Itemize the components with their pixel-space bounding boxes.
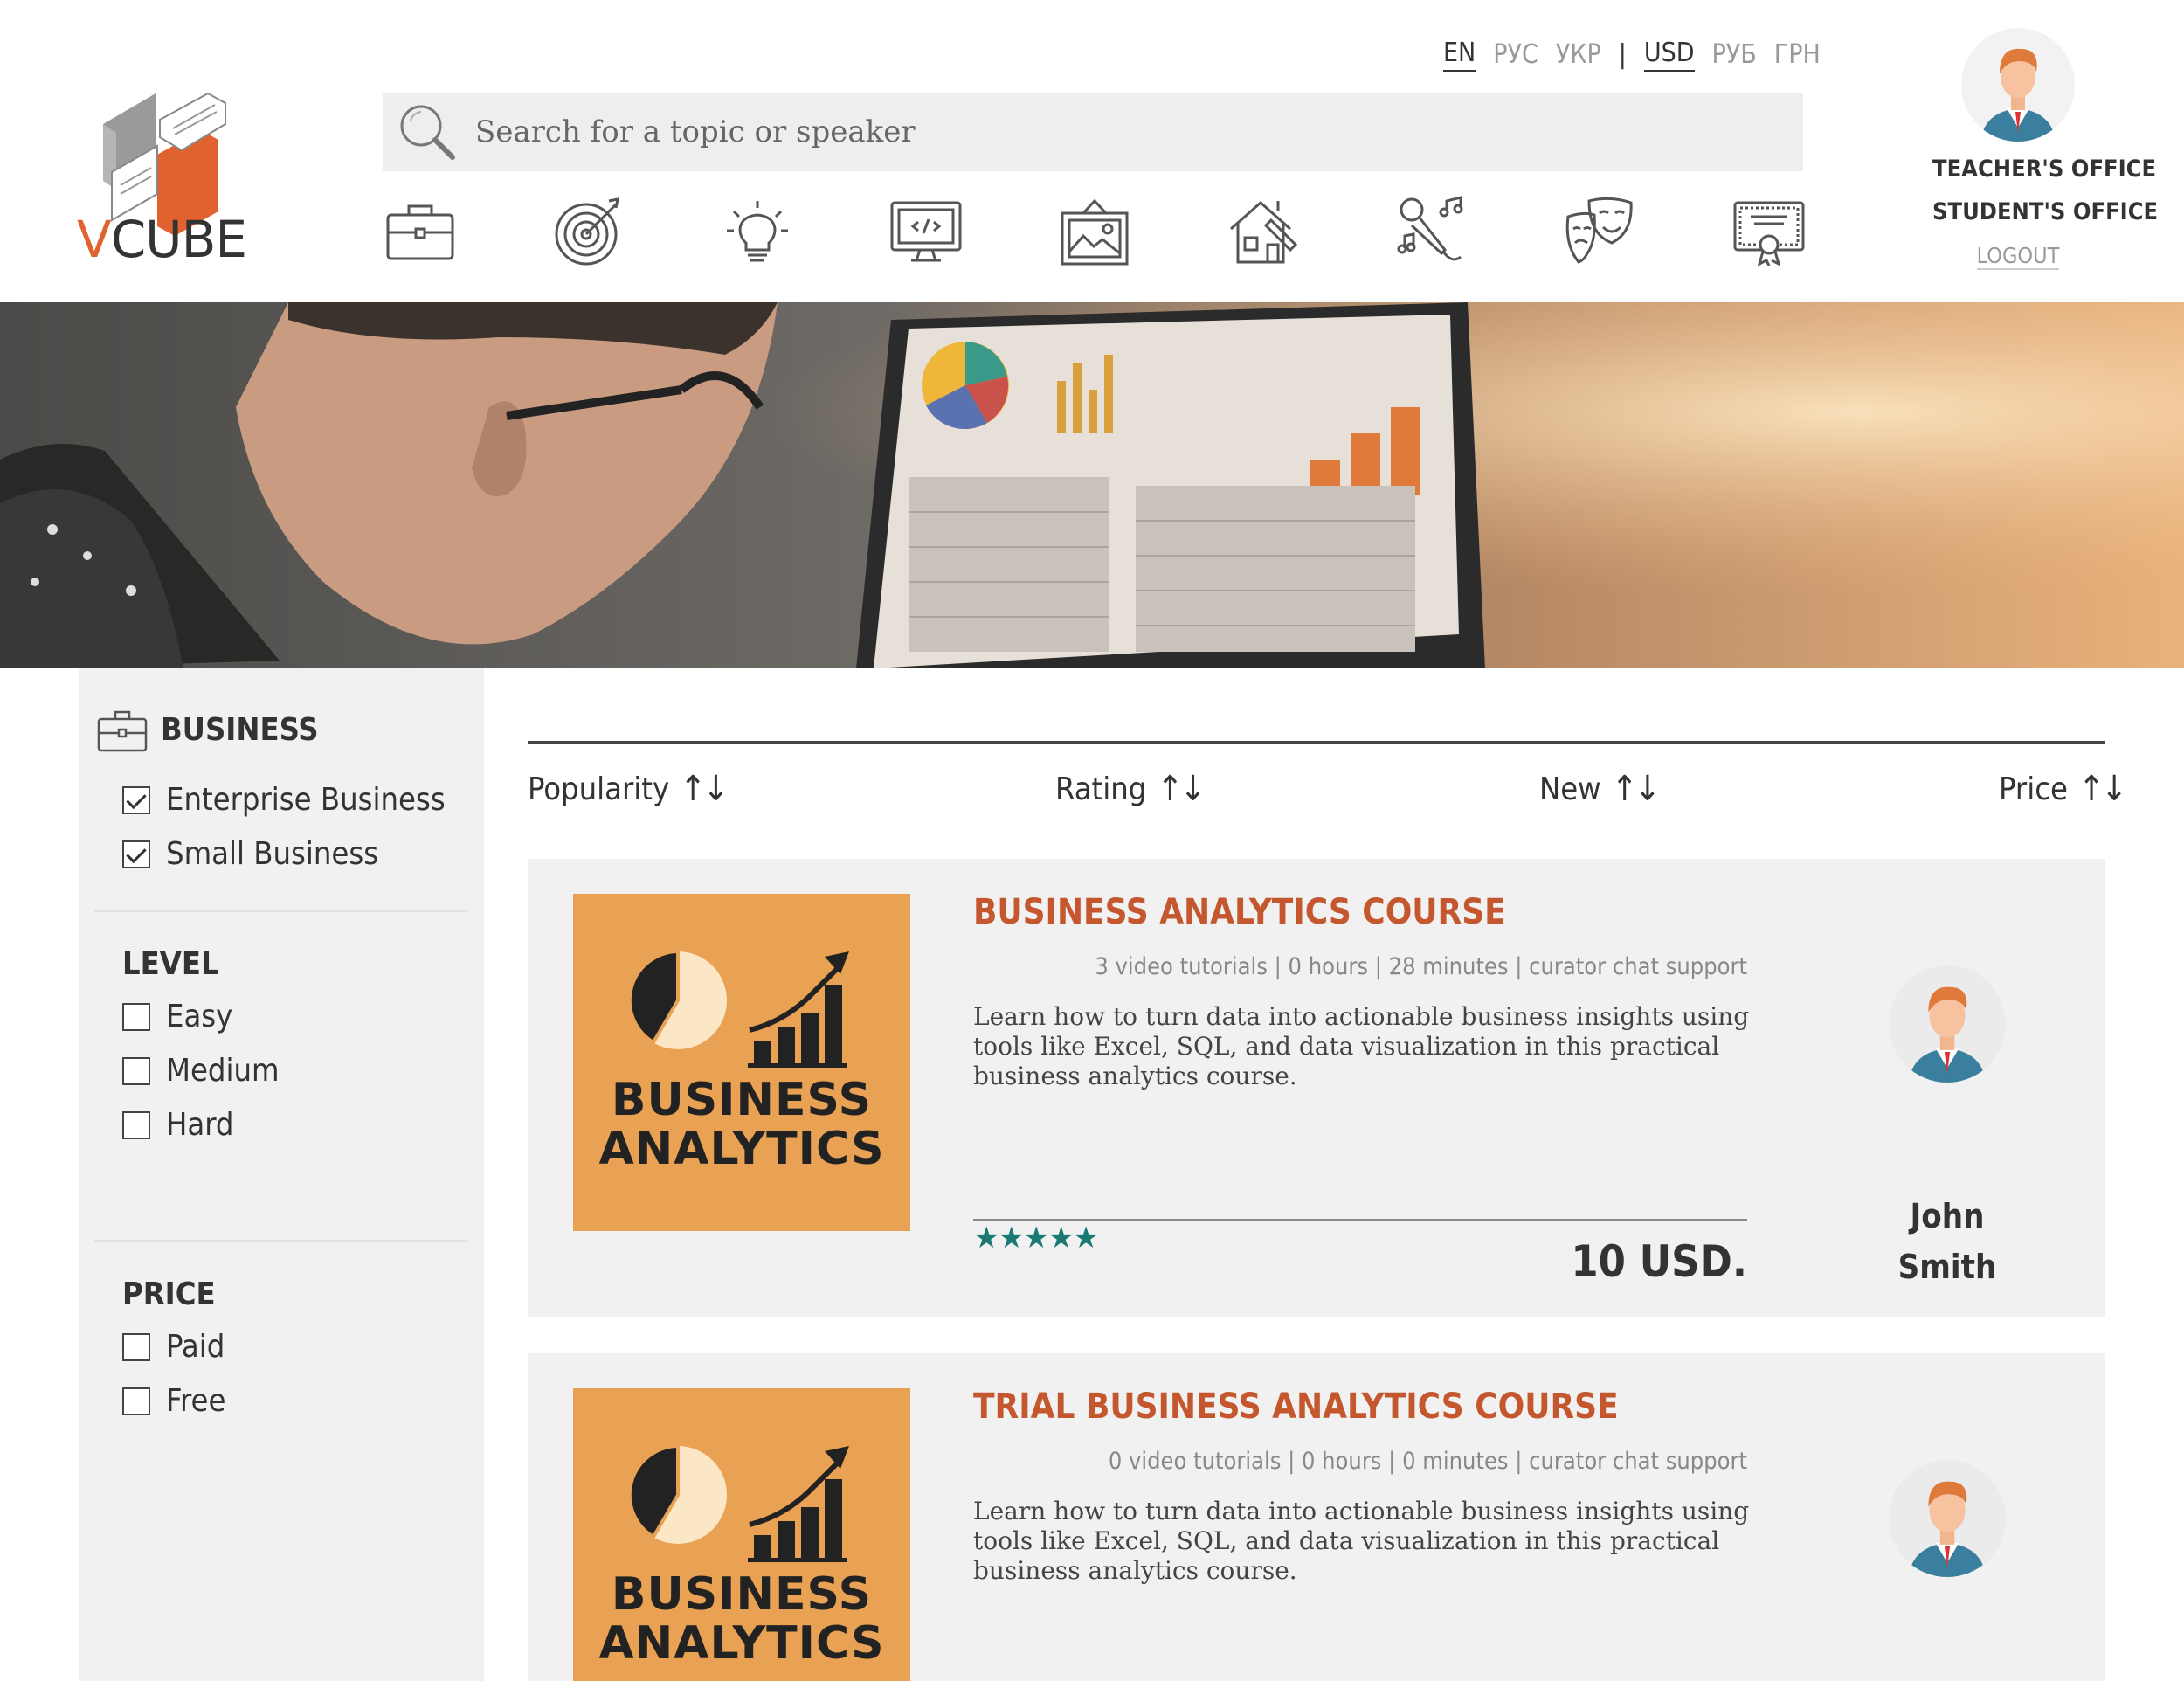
thumbnail-text-line1: BUSINESS <box>611 1568 873 1621</box>
filter-option-label: Enterprise Business <box>166 782 446 818</box>
logout-link[interactable]: LOGOUT <box>1976 243 2060 270</box>
briefcase-icon <box>97 710 148 752</box>
sort-label: Popularity <box>528 771 670 807</box>
filter-option-label: Free <box>166 1383 226 1419</box>
thumbnail-text-line1: BUSINESS <box>611 1074 873 1126</box>
checkbox[interactable] <box>122 1332 150 1361</box>
filter-enterprise-business[interactable]: Enterprise Business <box>122 782 446 818</box>
filter-option-label: Paid <box>166 1329 225 1365</box>
course-title[interactable]: TRIAL BUSINESS ANALYTICS COURSE <box>973 1387 1619 1427</box>
filter-option-label: Medium <box>166 1053 280 1089</box>
course-title[interactable]: BUSINESS ANALYTICS COURSE <box>973 892 1506 932</box>
sort-price[interactable]: Price ↑↓ <box>1999 769 2127 809</box>
hero-image <box>0 302 2184 668</box>
course-thumbnail[interactable]: BUSINESS ANALYTICS <box>573 1388 910 1681</box>
course-meta: 0 video tutorials | 0 hours | 0 minutes … <box>1108 1448 1747 1475</box>
logo-text: VCUBE <box>77 210 247 269</box>
sort-divider <box>528 741 2105 744</box>
checkbox[interactable] <box>122 1387 150 1415</box>
target-icon[interactable] <box>551 194 626 269</box>
analytics-chart-icon <box>627 949 849 1068</box>
sort-arrows-icon: ↑↓ <box>1157 769 1206 809</box>
divider <box>94 1240 468 1242</box>
lang-currency-separator: | <box>1618 38 1627 70</box>
currency-rub[interactable]: РУБ <box>1712 39 1757 70</box>
lang-uk[interactable]: УКР <box>1556 39 1601 70</box>
filter-level-easy[interactable]: Easy <box>122 999 232 1034</box>
sort-new[interactable]: New ↑↓ <box>1539 769 1661 809</box>
filter-option-label: Hard <box>166 1107 234 1143</box>
filter-small-business[interactable]: Small Business <box>122 836 378 872</box>
thumbnail-text-line2: ANALYTICS <box>598 1617 885 1670</box>
filter-heading-business: BUSINESS <box>161 712 319 748</box>
filter-price-paid[interactable]: Paid <box>122 1329 225 1365</box>
briefcase-icon[interactable] <box>383 194 458 269</box>
checkbox[interactable] <box>122 785 150 814</box>
filter-price-free[interactable]: Free <box>122 1383 225 1419</box>
teacher-last-name: Smith <box>1897 1248 1997 1286</box>
checkbox[interactable] <box>122 1110 150 1139</box>
filter-option-label: Easy <box>166 999 233 1034</box>
checkbox[interactable] <box>122 1056 150 1085</box>
theater-masks-icon[interactable] <box>1563 194 1638 269</box>
course-description: Learn how to turn data into actionable b… <box>973 1002 1750 1090</box>
analytics-chart-icon <box>627 1443 849 1562</box>
currency-uah[interactable]: ГРН <box>1774 39 1821 70</box>
thumbnail-text-line2: ANALYTICS <box>598 1123 885 1175</box>
divider <box>94 910 468 912</box>
user-avatar[interactable] <box>1961 28 2075 142</box>
sort-label: Price <box>1999 771 2068 807</box>
hero-banner <box>0 302 2184 668</box>
teachers-office-link[interactable]: TEACHER'S OFFICE <box>1932 156 2156 183</box>
sort-arrows-icon: ↑↓ <box>2077 769 2127 809</box>
filter-sidebar: BUSINESS Enterprise Business Small Busin… <box>79 668 484 1681</box>
rating-stars-icon: ★★★★★ <box>973 1221 1099 1255</box>
search-input[interactable] <box>475 114 1698 149</box>
category-icons <box>383 194 1805 269</box>
sort-label: New <box>1539 771 1601 807</box>
students-office-link[interactable]: STUDENT'S OFFICE <box>1932 198 2158 225</box>
course-thumbnail[interactable]: BUSINESS ANALYTICS <box>573 894 910 1231</box>
microphone-music-icon[interactable] <box>1394 194 1469 269</box>
filter-level-hard[interactable]: Hard <box>122 1107 233 1143</box>
sort-popularity[interactable]: Popularity ↑↓ <box>528 769 729 809</box>
course-card[interactable]: BUSINESS ANALYTICS BUSINESS ANALYTICS CO… <box>528 859 2105 1317</box>
sort-rating[interactable]: Rating ↑↓ <box>1055 769 1206 809</box>
sort-arrows-icon: ↑↓ <box>1611 769 1661 809</box>
search-icon[interactable] <box>395 100 460 164</box>
course-price: 10 USD. <box>1571 1236 1747 1287</box>
checkbox[interactable] <box>122 840 150 868</box>
house-design-icon[interactable] <box>1226 194 1301 269</box>
certificate-icon[interactable] <box>1731 194 1807 269</box>
lang-en[interactable]: EN <box>1443 38 1476 72</box>
filter-heading-level: LEVEL <box>122 946 219 982</box>
filter-option-label: Small Business <box>166 836 379 872</box>
language-currency-switcher: EN РУС УКР | USD РУБ ГРН <box>1443 35 1821 73</box>
filter-level-medium[interactable]: Medium <box>122 1053 280 1089</box>
filter-heading-price: PRICE <box>122 1276 216 1312</box>
teacher-avatar[interactable] <box>1889 965 2006 1083</box>
currency-usd[interactable]: USD <box>1643 38 1695 72</box>
teacher-first-name: John <box>1910 1197 1985 1235</box>
course-card[interactable]: BUSINESS ANALYTICS TRIAL BUSINESS ANALYT… <box>528 1353 2105 1681</box>
teacher-name[interactable]: John Smith <box>1856 1191 2039 1292</box>
course-meta: 3 video tutorials | 0 hours | 28 minutes… <box>1095 953 1747 980</box>
lightbulb-icon[interactable] <box>720 194 795 269</box>
lang-ru[interactable]: РУС <box>1493 39 1538 70</box>
checkbox[interactable] <box>122 1002 150 1031</box>
course-description: Learn how to turn data into actionable b… <box>973 1497 1750 1585</box>
account-panel: TEACHER'S OFFICE STUDENT'S OFFICE LOGOUT <box>1932 28 2158 270</box>
sort-arrows-icon: ↑↓ <box>680 769 729 809</box>
picture-frame-icon[interactable] <box>1057 194 1132 269</box>
code-monitor-icon[interactable] <box>888 194 964 269</box>
teacher-avatar[interactable] <box>1889 1460 2006 1577</box>
sort-label: Rating <box>1055 771 1147 807</box>
search-bar <box>383 93 1803 171</box>
